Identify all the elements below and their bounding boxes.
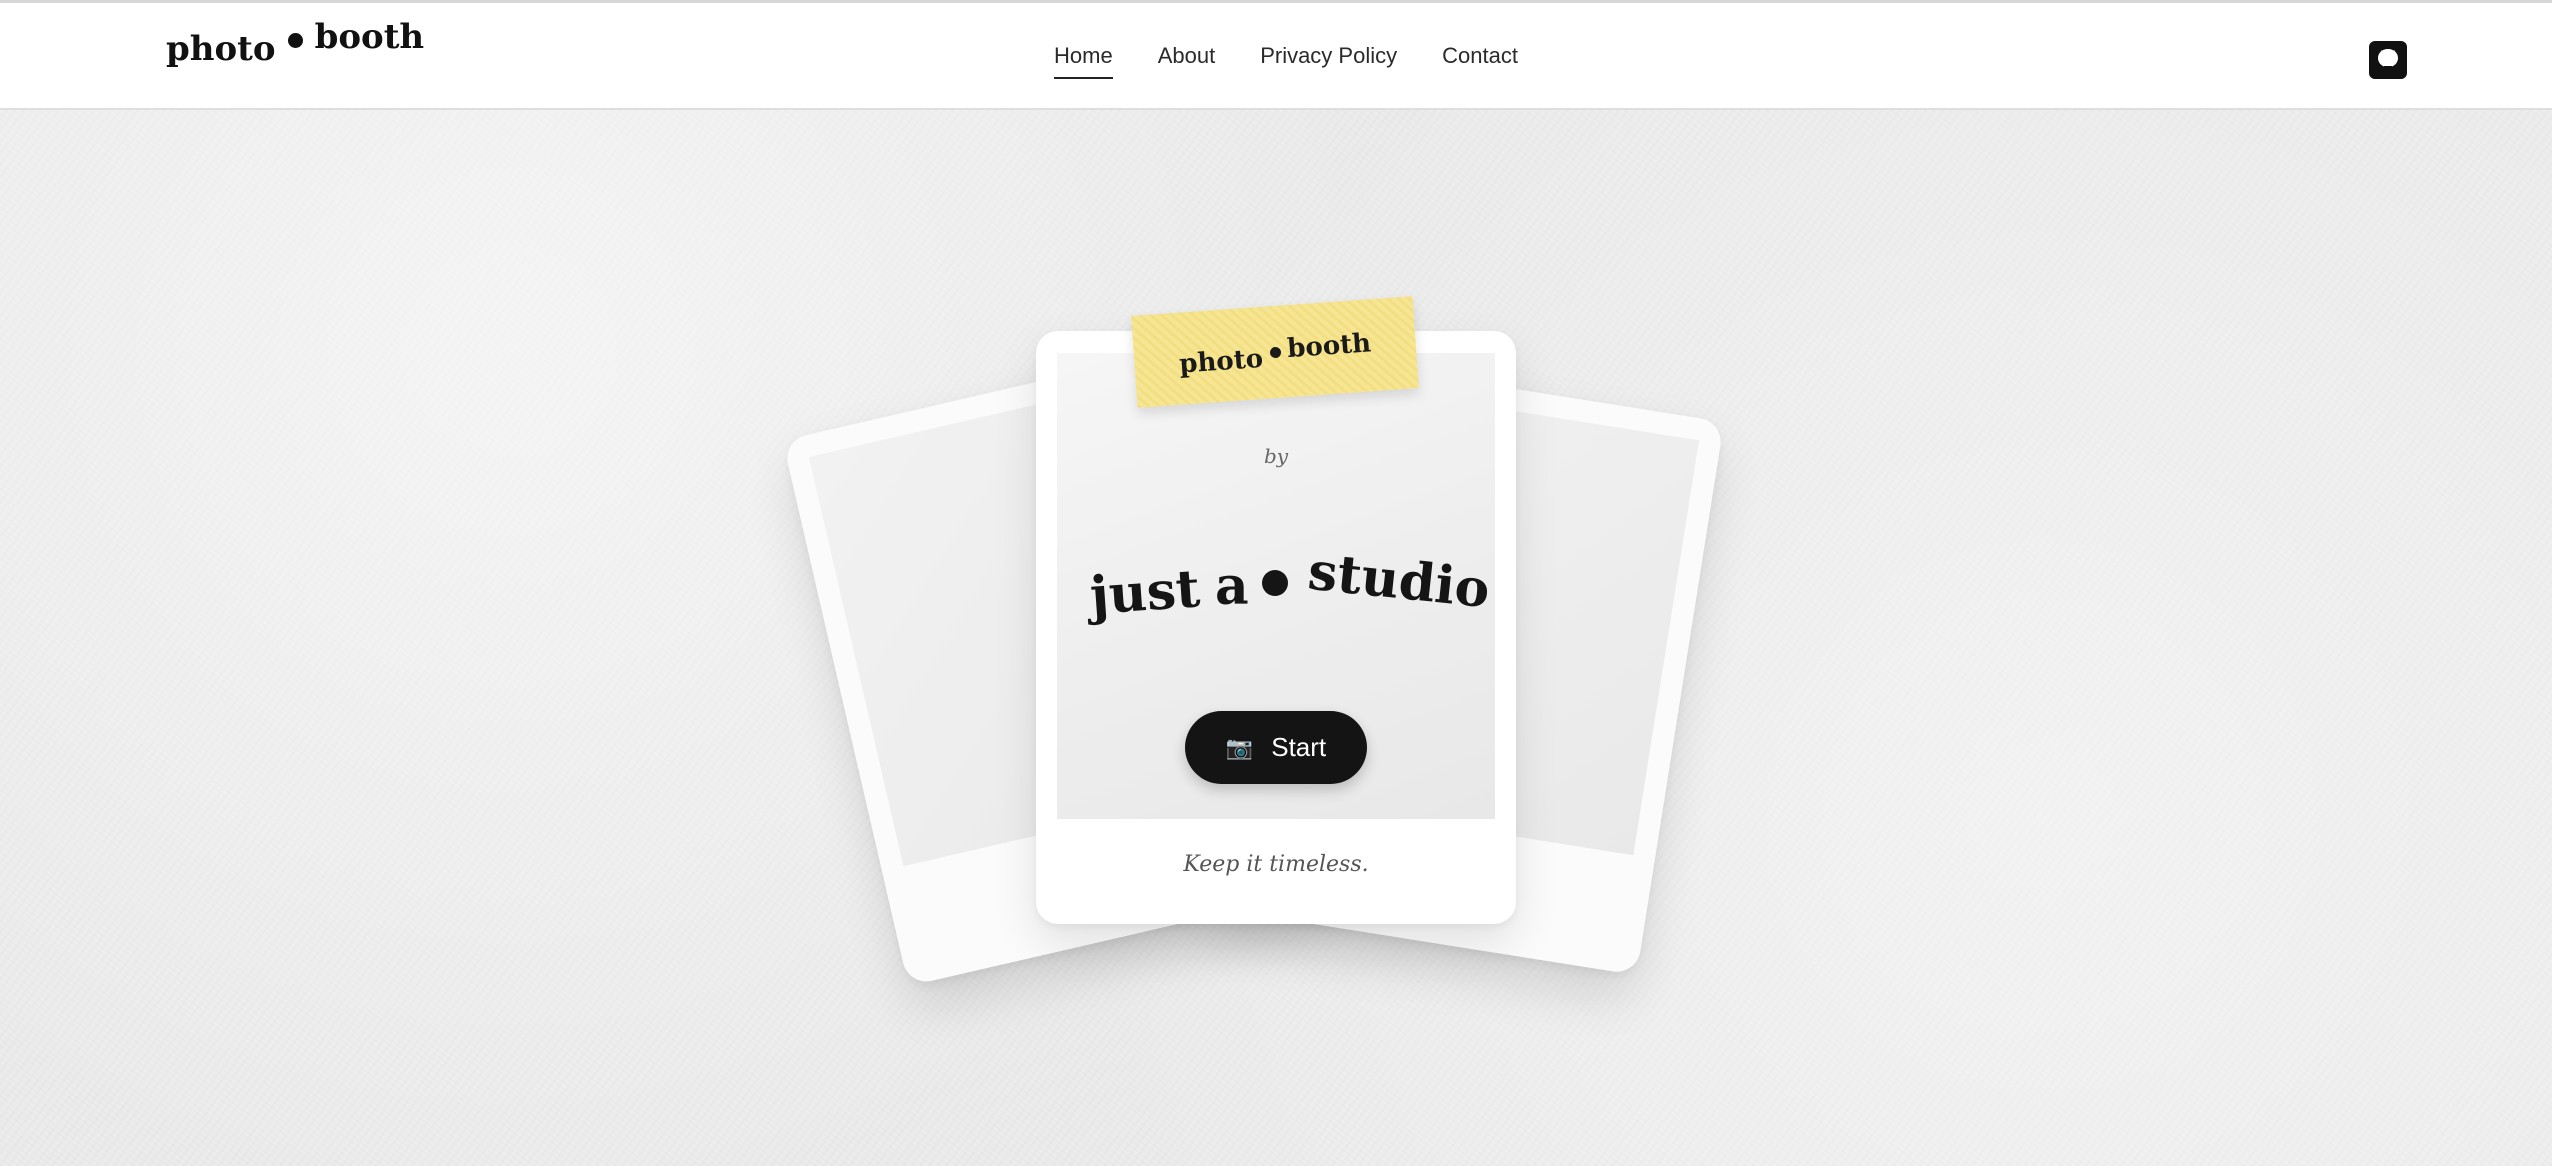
tape-word-2: booth [1286,328,1372,365]
studio-word-3: studio [1305,540,1493,621]
tape-logo: photo booth [1178,328,1372,380]
tagline: Keep it timeless. [1183,852,1369,877]
camera-icon: 📷 [1225,734,1254,760]
site-logo[interactable]: photo booth [166,17,424,69]
nav-home[interactable]: Home [1054,43,1113,79]
logo-word-1: photo [166,29,276,69]
tape-label: photo booth [1131,296,1419,408]
nav-privacy-policy[interactable]: Privacy Policy [1260,43,1397,79]
tape-word-1: photo [1178,343,1264,380]
tape-dot [1269,346,1281,359]
studio-word-2: a [1215,556,1249,617]
start-button-label: Start [1271,732,1327,762]
site-header: photo booth Home About Privacy Policy Con… [0,3,2552,110]
start-button[interactable]: 📷 Start [1185,711,1367,784]
studio-title: just a studio [1088,541,1493,638]
studio-word-1: just [1088,558,1202,627]
logo-word-2: booth [314,17,425,57]
logo-dot [287,33,303,48]
main-nav: Home About Privacy Policy Contact [1054,3,1518,110]
studio-dot [1262,570,1288,596]
github-icon[interactable] [2369,41,2407,79]
by-label: by [1263,444,1289,468]
nav-contact[interactable]: Contact [1442,43,1518,79]
nav-about[interactable]: About [1158,43,1216,79]
